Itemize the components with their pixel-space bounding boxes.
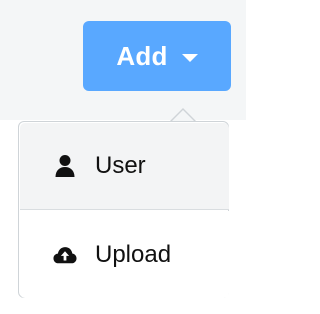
add-button-label: Add bbox=[116, 40, 168, 71]
cloud-upload-icon bbox=[53, 243, 77, 267]
menu-item-label: User bbox=[95, 152, 146, 179]
menu-item-upload[interactable]: Upload bbox=[20, 211, 229, 298]
add-button[interactable]: Add bbox=[83, 21, 231, 91]
add-dropdown-menu: User Upload bbox=[18, 121, 229, 298]
user-icon bbox=[53, 154, 77, 178]
caret-down-icon bbox=[181, 53, 198, 62]
menu-item-user[interactable]: User bbox=[20, 123, 229, 210]
menu-item-label: Upload bbox=[95, 240, 172, 268]
